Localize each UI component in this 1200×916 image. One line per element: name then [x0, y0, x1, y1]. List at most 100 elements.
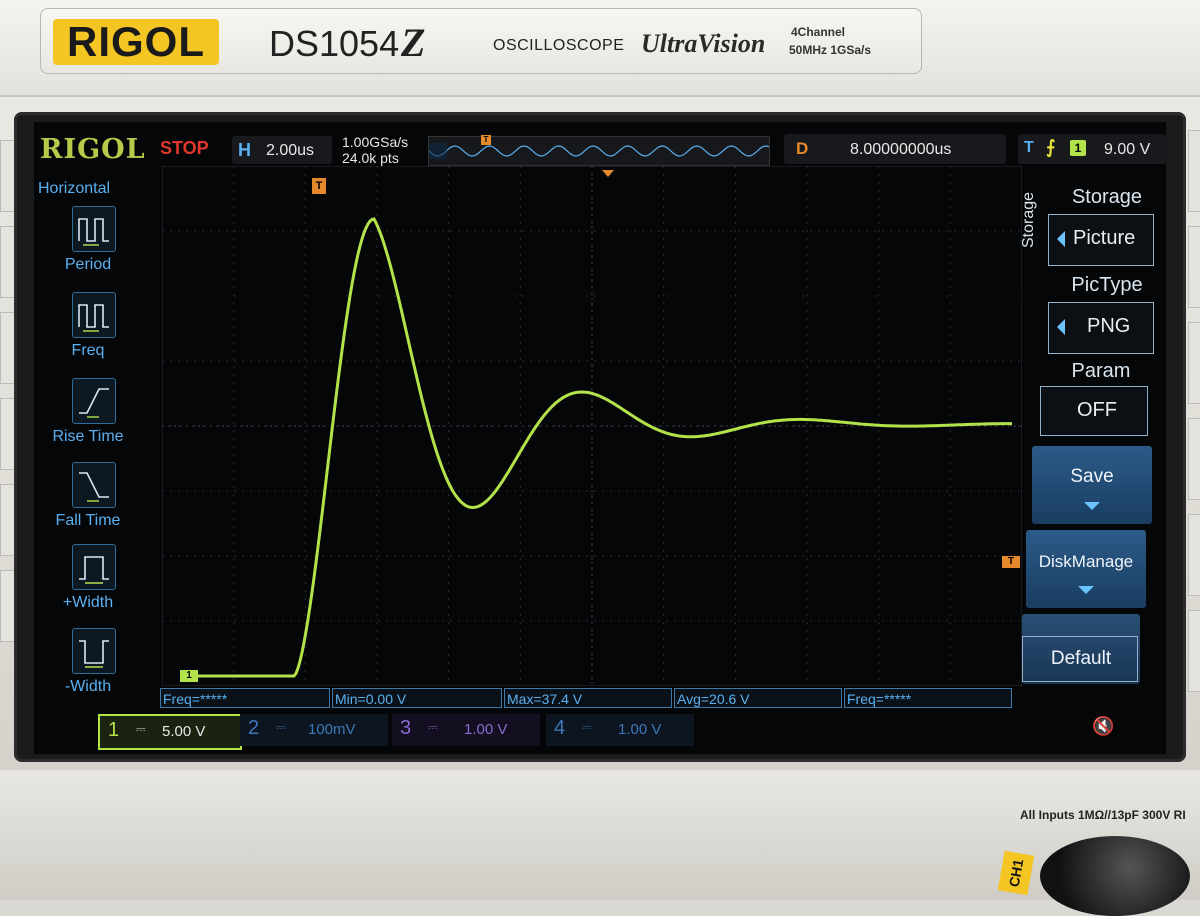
measurement-avg[interactable]: Avg=20.6 V	[674, 688, 842, 708]
measure-menu: Horizontal Period Freq Rise Time Fall Ti…	[34, 178, 142, 702]
menu-item-label: Rise Time	[52, 428, 124, 445]
menu-item-freq[interactable]: Freq	[34, 288, 142, 368]
storage-title: Storage	[1071, 186, 1143, 208]
channel-1-status[interactable]: 1 ⎓ 5.00 V	[98, 714, 242, 750]
run-state-indicator[interactable]: STOP	[160, 138, 209, 159]
dc-coupling-icon: ⎓	[136, 722, 146, 736]
oscilloscope-body: RIGOL DS1054 Z OSCILLOSCOPE UltraVision …	[0, 0, 1200, 916]
measurement-max[interactable]: Max=37.4 V	[504, 688, 672, 708]
waveform-graticule	[162, 166, 1022, 686]
trigger-level: 9.00 V	[1104, 141, 1151, 158]
positive-width-icon	[72, 544, 116, 590]
case-model-suffix: Z	[401, 20, 426, 65]
measurement-freq-1[interactable]: Freq=*****	[160, 688, 330, 708]
negative-width-icon	[72, 628, 116, 674]
menu-title: Horizontal	[38, 180, 111, 197]
dc-coupling-icon: ⎓	[582, 720, 592, 734]
menu-item-label: +Width	[62, 594, 114, 611]
param-selector[interactable]: OFF	[1040, 386, 1148, 436]
right-bezel-buttons	[1188, 130, 1200, 750]
storage-side-label: Storage	[1020, 191, 1037, 248]
pictype-value: PNG	[1087, 315, 1131, 337]
channel-scale: 100mV	[308, 721, 356, 738]
chevron-down-icon	[1084, 502, 1100, 510]
channel-number: 3	[400, 717, 412, 739]
sample-rate: 1.00GSa/s	[342, 134, 409, 150]
diskmanage-button[interactable]: DiskManage	[1026, 530, 1146, 608]
menu-item-period[interactable]: Period	[34, 202, 142, 282]
case-model-number: DS1054	[269, 23, 400, 64]
channel-number: 2	[248, 717, 260, 739]
case-spec-bandwidth: 50MHz 1GSa/s	[789, 43, 872, 57]
menu-item-label: -Width	[64, 678, 112, 695]
timebase-badge[interactable]: H 2.00us	[232, 136, 332, 164]
case-product-type: OSCILLOSCOPE	[493, 37, 625, 54]
menu-item-fall-time[interactable]: Fall Time	[34, 458, 142, 538]
channel-1-trace	[192, 217, 1012, 678]
left-bezel-buttons	[0, 140, 16, 660]
menu-item-rise-time[interactable]: Rise Time	[34, 374, 142, 454]
trigger-source-badge: 1	[1070, 140, 1086, 156]
pictype-selector[interactable]: PNG	[1048, 302, 1154, 354]
memory-overview-bar: T	[428, 135, 770, 166]
timebase-value: 2.00us	[266, 142, 315, 159]
fall-time-icon	[72, 462, 116, 508]
channel-3-status[interactable]: 3 ⎓ 1.00 V	[392, 714, 540, 746]
channel-4-status[interactable]: 4 ⎓ 1.00 V	[546, 714, 694, 746]
bezel-key[interactable]	[1188, 418, 1200, 500]
menu-item-negative-width[interactable]: -Width	[34, 624, 142, 704]
dc-coupling-icon: ⎓	[428, 720, 438, 734]
menu-item-label: Freq	[71, 342, 105, 359]
input-spec-label: All Inputs 1MΩ//13pF 300V RI	[1020, 808, 1186, 822]
param-title: Param	[1071, 360, 1131, 382]
bezel-key[interactable]	[1188, 322, 1200, 404]
delay-letter: D	[796, 139, 809, 158]
measurement-freq-2[interactable]: Freq=*****	[844, 688, 1012, 708]
param-value: OFF	[1077, 399, 1117, 421]
display-screen: RIGOL STOP H 2.00us 1.00GSa/s 24.0k pts …	[34, 122, 1166, 754]
trigger-badge[interactable]: T ⨍ 1 9.00 V	[1018, 134, 1166, 164]
delay-center-marker	[602, 170, 614, 177]
channel-scale: 5.00 V	[162, 723, 206, 740]
channel-scale: 1.00 V	[464, 721, 508, 738]
chevron-down-icon	[1078, 586, 1094, 594]
bezel-key[interactable]	[1188, 514, 1200, 596]
storage-value: Picture	[1073, 227, 1136, 249]
bezel-key[interactable]	[1188, 610, 1200, 692]
timebase-letter: H	[238, 140, 251, 160]
delay-badge[interactable]: D 8.00000000us	[784, 134, 1006, 164]
channel-number: 4	[554, 717, 566, 739]
rising-edge-icon: ⨍	[1046, 137, 1056, 157]
save-button-label: Save	[1070, 466, 1114, 487]
case-spec-channels: 4Channel	[791, 25, 846, 39]
memory-depth: 24.0k pts	[342, 150, 399, 166]
memory-trigger-marker: T	[481, 135, 491, 145]
save-button[interactable]: Save	[1032, 446, 1152, 524]
trigger-level-marker[interactable]: T	[1002, 556, 1020, 568]
pictype-title: PicType	[1071, 274, 1143, 296]
caret-left-icon	[1057, 231, 1065, 247]
channel-scale: 1.00 V	[618, 721, 662, 738]
case-brand-logo: RIGOL	[53, 19, 219, 65]
dc-coupling-icon: ⎓	[276, 720, 286, 734]
rise-time-icon	[72, 378, 116, 424]
measurement-min[interactable]: Min=0.00 V	[332, 688, 502, 708]
bezel-key[interactable]	[1188, 130, 1200, 212]
channel-2-status[interactable]: 2 ⎓ 100mV	[240, 714, 388, 746]
period-icon	[72, 206, 116, 252]
screen-bezel: RIGOL STOP H 2.00us 1.00GSa/s 24.0k pts …	[14, 112, 1186, 762]
menu-item-label: Period	[64, 256, 112, 273]
diskmanage-button-label: DiskManage	[1038, 552, 1134, 571]
bezel-key[interactable]	[1188, 226, 1200, 308]
default-button[interactable]: Default	[1022, 614, 1140, 684]
frequency-icon	[72, 292, 116, 338]
delay-value: 8.00000000us	[850, 141, 952, 158]
sound-muted-icon[interactable]: 🔇	[1092, 716, 1114, 737]
trigger-position-marker[interactable]: T	[312, 178, 326, 194]
menu-item-positive-width[interactable]: +Width	[34, 540, 142, 620]
brand-plate: RIGOL DS1054 Z OSCILLOSCOPE UltraVision …	[40, 8, 922, 74]
channel-1-ground-marker[interactable]: 1	[180, 670, 198, 682]
ch1-bnc-connector[interactable]	[1040, 836, 1190, 916]
storage-selector[interactable]: Picture	[1048, 214, 1154, 266]
screen-logo: RIGOL	[40, 134, 146, 165]
